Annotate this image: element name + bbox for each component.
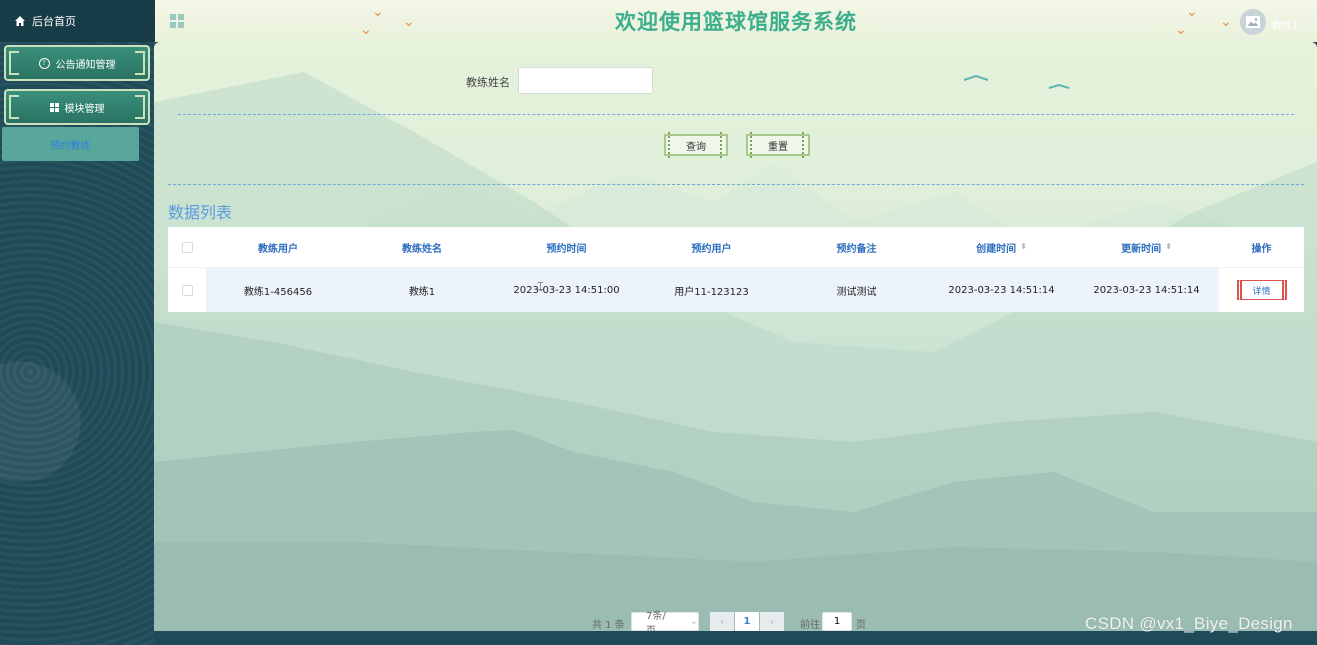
chevron-down-icon: ⌄ (689, 616, 698, 627)
divider (168, 184, 1304, 185)
info-circle-icon: ! (38, 57, 50, 69)
col-booking-time: 预约时间 (546, 243, 587, 255)
col-booking-user: 预约用户 (691, 243, 732, 255)
divider (178, 114, 1294, 115)
col-updated[interactable]: 更新时间 ⬍ (1074, 227, 1219, 267)
cell-coach-user: 教练1-456456 (206, 268, 350, 312)
cell-booking-user: 用户11-123123 (639, 268, 784, 312)
data-list-title: 数据列表 (168, 203, 233, 222)
mountain-background (154, 42, 1317, 631)
page-size-select[interactable]: 7条/页 ⌄ (631, 611, 699, 631)
site-title: 欢迎使用篮球馆服务系统 (615, 10, 857, 34)
chevron-right-icon: › (769, 615, 775, 628)
sidebar: ! 公告通知管理 模块管理 预约教练 (0, 42, 155, 645)
mouse-cursor-icon: ⌶ (537, 280, 544, 293)
cell-booking-time: 2023-03-23 14:51:00 (494, 268, 639, 312)
main-content: 教练姓名 查询 重置 数据列表 教练用户 教练姓名 预约时间 预约用户 预约备注… (154, 42, 1317, 631)
watermark: CSDN @vx1_Biye_Design (1085, 614, 1293, 633)
chevron-left-icon: ‹ (719, 615, 725, 628)
sidebar-item-label: 公告通知管理 (55, 59, 116, 71)
col-remark: 预约备注 (836, 243, 877, 255)
col-action: 操作 (1251, 243, 1272, 255)
sidebar-subitem-book-coach[interactable]: 预约教练 (2, 127, 139, 161)
query-button[interactable]: 查询 (664, 132, 728, 158)
cell-action: 详情 (1219, 268, 1304, 312)
goto-label: 前往 (800, 620, 820, 631)
page-number-current[interactable]: 1 (735, 612, 759, 631)
coach-name-input[interactable] (518, 67, 653, 94)
col-created[interactable]: 创建时间 ⬍ (929, 227, 1074, 267)
row-checkbox[interactable] (181, 284, 193, 296)
sort-icon[interactable]: ⬍ (1020, 243, 1027, 251)
top-header: 后台首页 ⌄ ⌄ ⌄ ⌄ ⌄ ⌄ 欢迎使用篮球馆服务系统 教练1 (0, 0, 1317, 42)
table-header: 教练用户 教练姓名 预约时间 预约用户 预约备注 创建时间 ⬍ 更新时间 ⬍ 操… (168, 227, 1304, 267)
sidebar-item-modules[interactable]: 模块管理 (4, 89, 150, 125)
sort-icon[interactable]: ⬍ (1165, 243, 1172, 251)
sidebar-item-label: 模块管理 (64, 103, 105, 115)
page-suffix: 页 (856, 620, 866, 631)
select-all-cell (168, 227, 206, 267)
goto-page-input[interactable] (822, 612, 852, 631)
prev-page-button[interactable]: ‹ (710, 612, 734, 631)
next-page-button[interactable]: › (760, 612, 784, 631)
reset-button[interactable]: 重置 (746, 132, 810, 158)
image-icon (1246, 16, 1260, 28)
coach-name-label: 教练姓名 (466, 76, 510, 89)
select-all-checkbox[interactable] (181, 241, 193, 253)
col-coach-user: 教练用户 (258, 243, 298, 255)
col-created-label: 创建时间 (976, 243, 1017, 255)
col-updated-label: 更新时间 (1121, 243, 1162, 255)
sidebar-item-announcements[interactable]: ! 公告通知管理 (4, 45, 150, 81)
cell-created: 2023-03-23 14:51:14 (929, 268, 1074, 312)
table-row: 教练1-456456 教练1 2023-03-23 14:51:00 用户11-… (168, 267, 1304, 312)
cell-updated: 2023-03-23 14:51:14 (1074, 268, 1219, 312)
cell-coach-name: 教练1 (350, 268, 494, 312)
user-name[interactable]: 教练1 (1272, 17, 1298, 32)
avatar[interactable] (1240, 9, 1266, 35)
detail-button[interactable]: 详情 (1236, 280, 1287, 300)
cell-remark: 测试测试 (784, 268, 929, 312)
col-coach-name: 教练姓名 (402, 243, 442, 255)
total-count: 共 1 条 (592, 620, 625, 631)
row-select-cell (168, 268, 206, 312)
data-table: 教练用户 教练姓名 预约时间 预约用户 预约备注 创建时间 ⬍ 更新时间 ⬍ 操… (168, 227, 1304, 312)
grid-icon (49, 102, 59, 112)
page-size-value: 7条/页 (646, 610, 666, 632)
